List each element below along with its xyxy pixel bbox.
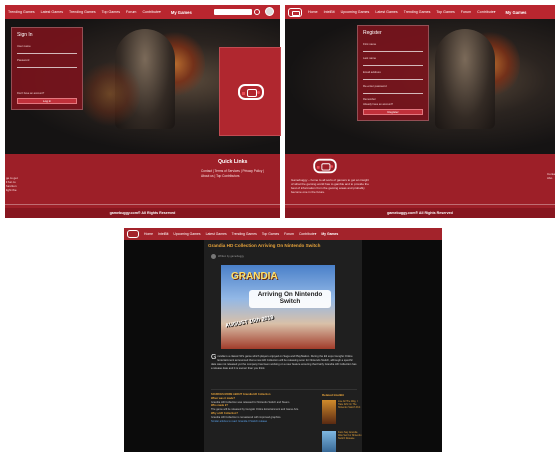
login-button[interactable]: Log in: [17, 98, 77, 104]
article-meta: Written by gamebuggy: [211, 254, 244, 259]
footer-about-text: Gamebuggy – home to all sorts of gamers …: [291, 178, 369, 194]
site-logo-icon[interactable]: [288, 7, 302, 17]
search-input[interactable]: [214, 9, 252, 15]
nav-item[interactable]: Trending Games: [404, 10, 431, 14]
gamebuggy-logo-card: [219, 47, 281, 136]
nav-item[interactable]: Trending Games: [8, 10, 35, 14]
card-title[interactable]: Live All The Way, I Hate IGN On The Nint…: [338, 400, 362, 410]
article-body: Grandia is a classic 90's game which pla…: [211, 354, 357, 371]
card-thumbnail[interactable]: [322, 400, 336, 424]
nav-item[interactable]: Top Games: [262, 232, 279, 236]
avatar[interactable]: [265, 7, 274, 16]
last-name-label: Last name: [363, 56, 377, 60]
sidebar-heading: Related IntelBit: [322, 393, 344, 397]
footer-links-row[interactable]: About us | Top Contributors: [201, 174, 240, 178]
email-label: Email address: [363, 70, 381, 74]
nav-item[interactable]: Top Games: [436, 10, 454, 14]
footer: Quick Links Contact | Terms of Services …: [5, 154, 280, 218]
dpad-icon: [242, 92, 245, 95]
nav-item[interactable]: Contribute▾: [142, 10, 160, 14]
copyright-bar: gamebuggy.com® All Rights Reserved: [285, 208, 555, 218]
explosion-graphic: [80, 59, 140, 129]
top-nav: Home IntelBit Upcoming Games Latest Game…: [285, 5, 555, 19]
top-nav: Trending Games Latest Games Trending Gam…: [5, 5, 280, 19]
section-divider: [211, 389, 357, 390]
nav-item[interactable]: Forum: [284, 232, 294, 236]
my-games-link[interactable]: My Games: [506, 10, 527, 15]
password-label: Password: [17, 58, 30, 62]
nav-item[interactable]: Contribute▾: [299, 232, 316, 236]
footer-about-text: ge to get ll fun to function light the: [6, 176, 18, 192]
article-hero-image: GRANDIA Arriving On Nintendo Switch AUGU…: [221, 265, 335, 349]
register-screenshot: Home IntelBit Upcoming Games Latest Game…: [285, 5, 555, 218]
controller-logo-icon: [238, 84, 264, 100]
footer-links-fragment[interactable]: Conta Abo: [547, 172, 555, 180]
nav-item[interactable]: IntelBit: [324, 10, 335, 14]
button-dot-icon: [330, 165, 334, 168]
article-body-text: randia is a classic 90's game which play…: [211, 355, 357, 371]
first-name-field[interactable]: [363, 47, 423, 52]
password-field[interactable]: [363, 89, 423, 94]
footer-divider: [285, 204, 555, 205]
top-nav: Home IntelBit Upcoming Games Latest Game…: [124, 228, 442, 240]
site-logo-icon[interactable]: [127, 230, 139, 238]
my-games-link[interactable]: My Games: [321, 232, 338, 236]
last-name-field[interactable]: [363, 61, 423, 66]
nav-item[interactable]: Top Games: [102, 10, 120, 14]
nav-item[interactable]: Forum: [461, 10, 471, 14]
password-field[interactable]: [17, 63, 77, 68]
nav-item[interactable]: Home: [144, 232, 153, 236]
my-games-link[interactable]: My Games: [171, 10, 192, 15]
image-date: AUGUST 16th 2019: [224, 314, 274, 330]
image-game-title: GRANDIA: [231, 271, 278, 282]
username-label: User name: [17, 44, 31, 48]
nav-item[interactable]: Forum: [126, 10, 136, 14]
article-title: Grandia HD Collection Arriving On Ninten…: [208, 243, 321, 248]
username-field[interactable]: [17, 49, 77, 54]
copyright-bar: gamebuggy.com® All Rights Reserved: [5, 208, 280, 218]
nav-item[interactable]: Contribute▾: [477, 10, 495, 14]
password-label: Re-enter password: [363, 84, 387, 88]
nav-item[interactable]: Latest Games: [41, 10, 63, 14]
register-title: Register: [363, 30, 382, 36]
controller-logo-icon: [313, 158, 337, 174]
sidebar-card[interactable]: Fans Say Grandia Was Set For Nintendo Sw…: [322, 431, 362, 452]
register-panel: Register First name Last name Email addr…: [357, 25, 429, 121]
image-banner: Arriving On Nintendo Switch: [249, 290, 331, 308]
sidebar: Related IntelBit Live All The Way, I Hat…: [322, 393, 362, 452]
nav-item[interactable]: Trending Games: [69, 10, 96, 14]
nav-item[interactable]: Latest Games: [206, 232, 227, 236]
quick-links-heading: Quick Links: [218, 159, 248, 165]
related-link[interactable]: Similar articles to read: Grandia II Swi…: [211, 420, 311, 424]
soldier-graphic: [435, 29, 495, 129]
footer: Gamebuggy – home to all sorts of gamers …: [285, 154, 555, 218]
dpad-icon: [316, 166, 320, 169]
nav-item[interactable]: Home: [308, 10, 318, 14]
signup-prompt[interactable]: Don't have an account?: [17, 92, 77, 95]
footer-divider: [5, 204, 280, 205]
card-title[interactable]: Fans Say Grandia Was Set For Nintendo Sw…: [338, 431, 362, 441]
button-dot-icon: [257, 91, 260, 94]
drop-cap: G: [211, 354, 217, 361]
footer-links-row[interactable]: Contact | Terms of Services | Privacy Po…: [201, 169, 264, 173]
email-field[interactable]: [363, 75, 423, 80]
signin-title: Sign In: [17, 32, 33, 38]
nav-item[interactable]: Trending Games: [232, 232, 257, 236]
related-questions: SOURCES MORE ABOUT Grandia HD Collection…: [211, 393, 311, 423]
first-name-label: First name: [363, 42, 377, 46]
nav-item[interactable]: Upcoming Games: [173, 232, 200, 236]
composite-stage: Trending Games Latest Games Trending Gam…: [0, 0, 560, 454]
register-button[interactable]: Register: [363, 109, 423, 115]
search-icon[interactable]: [254, 9, 260, 15]
nav-item[interactable]: Upcoming Games: [341, 10, 370, 14]
nav-item[interactable]: Latest Games: [375, 10, 397, 14]
remember-checkbox[interactable]: Remember: [363, 98, 423, 101]
sidebar-card[interactable]: Live All The Way, I Hate IGN On The Nint…: [322, 400, 362, 428]
signin-prompt[interactable]: Already have an account?: [363, 103, 423, 106]
article-screenshot: Home IntelBit Upcoming Games Latest Game…: [124, 228, 442, 452]
signin-panel: Sign In User name Password Don't have an…: [11, 27, 83, 110]
card-thumbnail[interactable]: [322, 431, 336, 452]
nav-item[interactable]: IntelBit: [158, 232, 168, 236]
